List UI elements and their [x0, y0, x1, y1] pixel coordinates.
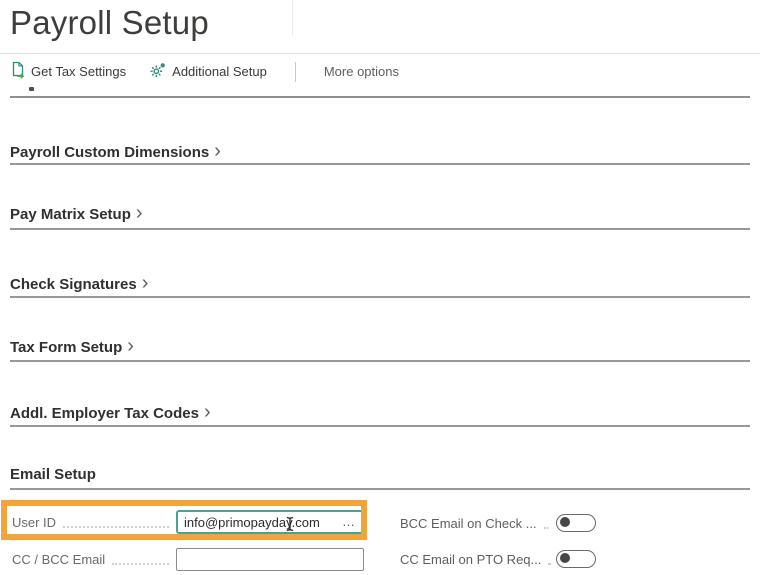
chevron-right-icon: › [214, 140, 221, 162]
cc-on-pto-label: CC Email on PTO Req... [400, 551, 542, 567]
clipped-content-artifact [29, 87, 34, 91]
chevron-right-icon: › [127, 335, 134, 357]
section-label: Email Setup [10, 466, 96, 483]
cc-bcc-email-label: CC / BCC Email [12, 551, 106, 567]
user-id-label: User ID [12, 514, 57, 530]
cc-on-pto-row: CC Email on PTO Req... [400, 549, 596, 569]
section-pay-matrix-setup[interactable]: Pay Matrix Setup › [10, 202, 143, 224]
document-import-icon [10, 61, 25, 82]
dotted-leader [548, 563, 549, 565]
section-label: Payroll Custom Dimensions [10, 144, 210, 161]
section-email-setup[interactable]: Email Setup [10, 466, 96, 483]
section-label: Pay Matrix Setup [10, 206, 131, 223]
bcc-on-check-toggle[interactable] [556, 514, 596, 532]
cc-bcc-email-input[interactable] [176, 547, 364, 571]
section-tax-form-setup[interactable]: Tax Form Setup › [10, 335, 134, 357]
user-id-input[interactable]: info@primopayday.com … [176, 510, 364, 534]
toggle-knob [560, 517, 570, 527]
additional-setup-button[interactable]: Additional Setup [150, 62, 267, 81]
section-rule [10, 488, 750, 490]
toggle-knob [560, 553, 570, 563]
section-rule [10, 163, 750, 165]
user-id-field-row: User ID info@primopayday.com … [12, 508, 364, 536]
section-rule [10, 228, 750, 230]
dotted-leader [112, 563, 169, 565]
bcc-on-check-label: BCC Email on Check ... [400, 515, 537, 531]
section-check-signatures[interactable]: Check Signatures › [10, 272, 149, 294]
dotted-leader [543, 527, 549, 529]
section-addl-employer-tax-codes[interactable]: Addl. Employer Tax Codes › [10, 401, 211, 423]
section-label: Addl. Employer Tax Codes [10, 405, 199, 422]
cc-bcc-email-field-row: CC / BCC Email [12, 545, 364, 573]
assist-edit-button[interactable]: … [342, 515, 356, 528]
page-title: Payroll Setup [10, 4, 209, 41]
action-bar-divider [294, 61, 296, 82]
chevron-right-icon: › [141, 272, 149, 294]
section-rule [10, 425, 750, 427]
gears-icon [150, 62, 166, 81]
scrolled-section-divider [10, 96, 750, 98]
more-options-button[interactable]: More options [324, 64, 399, 79]
chevron-right-icon: › [203, 401, 211, 423]
ghost-artifact-line [292, 0, 293, 36]
section-payroll-custom-dimensions[interactable]: Payroll Custom Dimensions › [10, 140, 221, 162]
user-id-value: info@primopayday.com [184, 514, 320, 530]
bcc-on-check-row: BCC Email on Check ... [400, 513, 596, 533]
additional-setup-label: Additional Setup [172, 64, 267, 79]
get-tax-settings-label: Get Tax Settings [31, 64, 127, 79]
action-bar: Get Tax Settings Additional Setup More o… [0, 53, 760, 89]
section-rule [10, 296, 750, 298]
chevron-right-icon: › [135, 202, 143, 224]
dotted-leader [63, 526, 169, 528]
section-label: Tax Form Setup [10, 339, 123, 356]
get-tax-settings-button[interactable]: Get Tax Settings [10, 61, 126, 82]
section-label: Check Signatures [10, 276, 137, 293]
section-rule [10, 360, 750, 362]
cc-on-pto-toggle[interactable] [556, 550, 596, 568]
